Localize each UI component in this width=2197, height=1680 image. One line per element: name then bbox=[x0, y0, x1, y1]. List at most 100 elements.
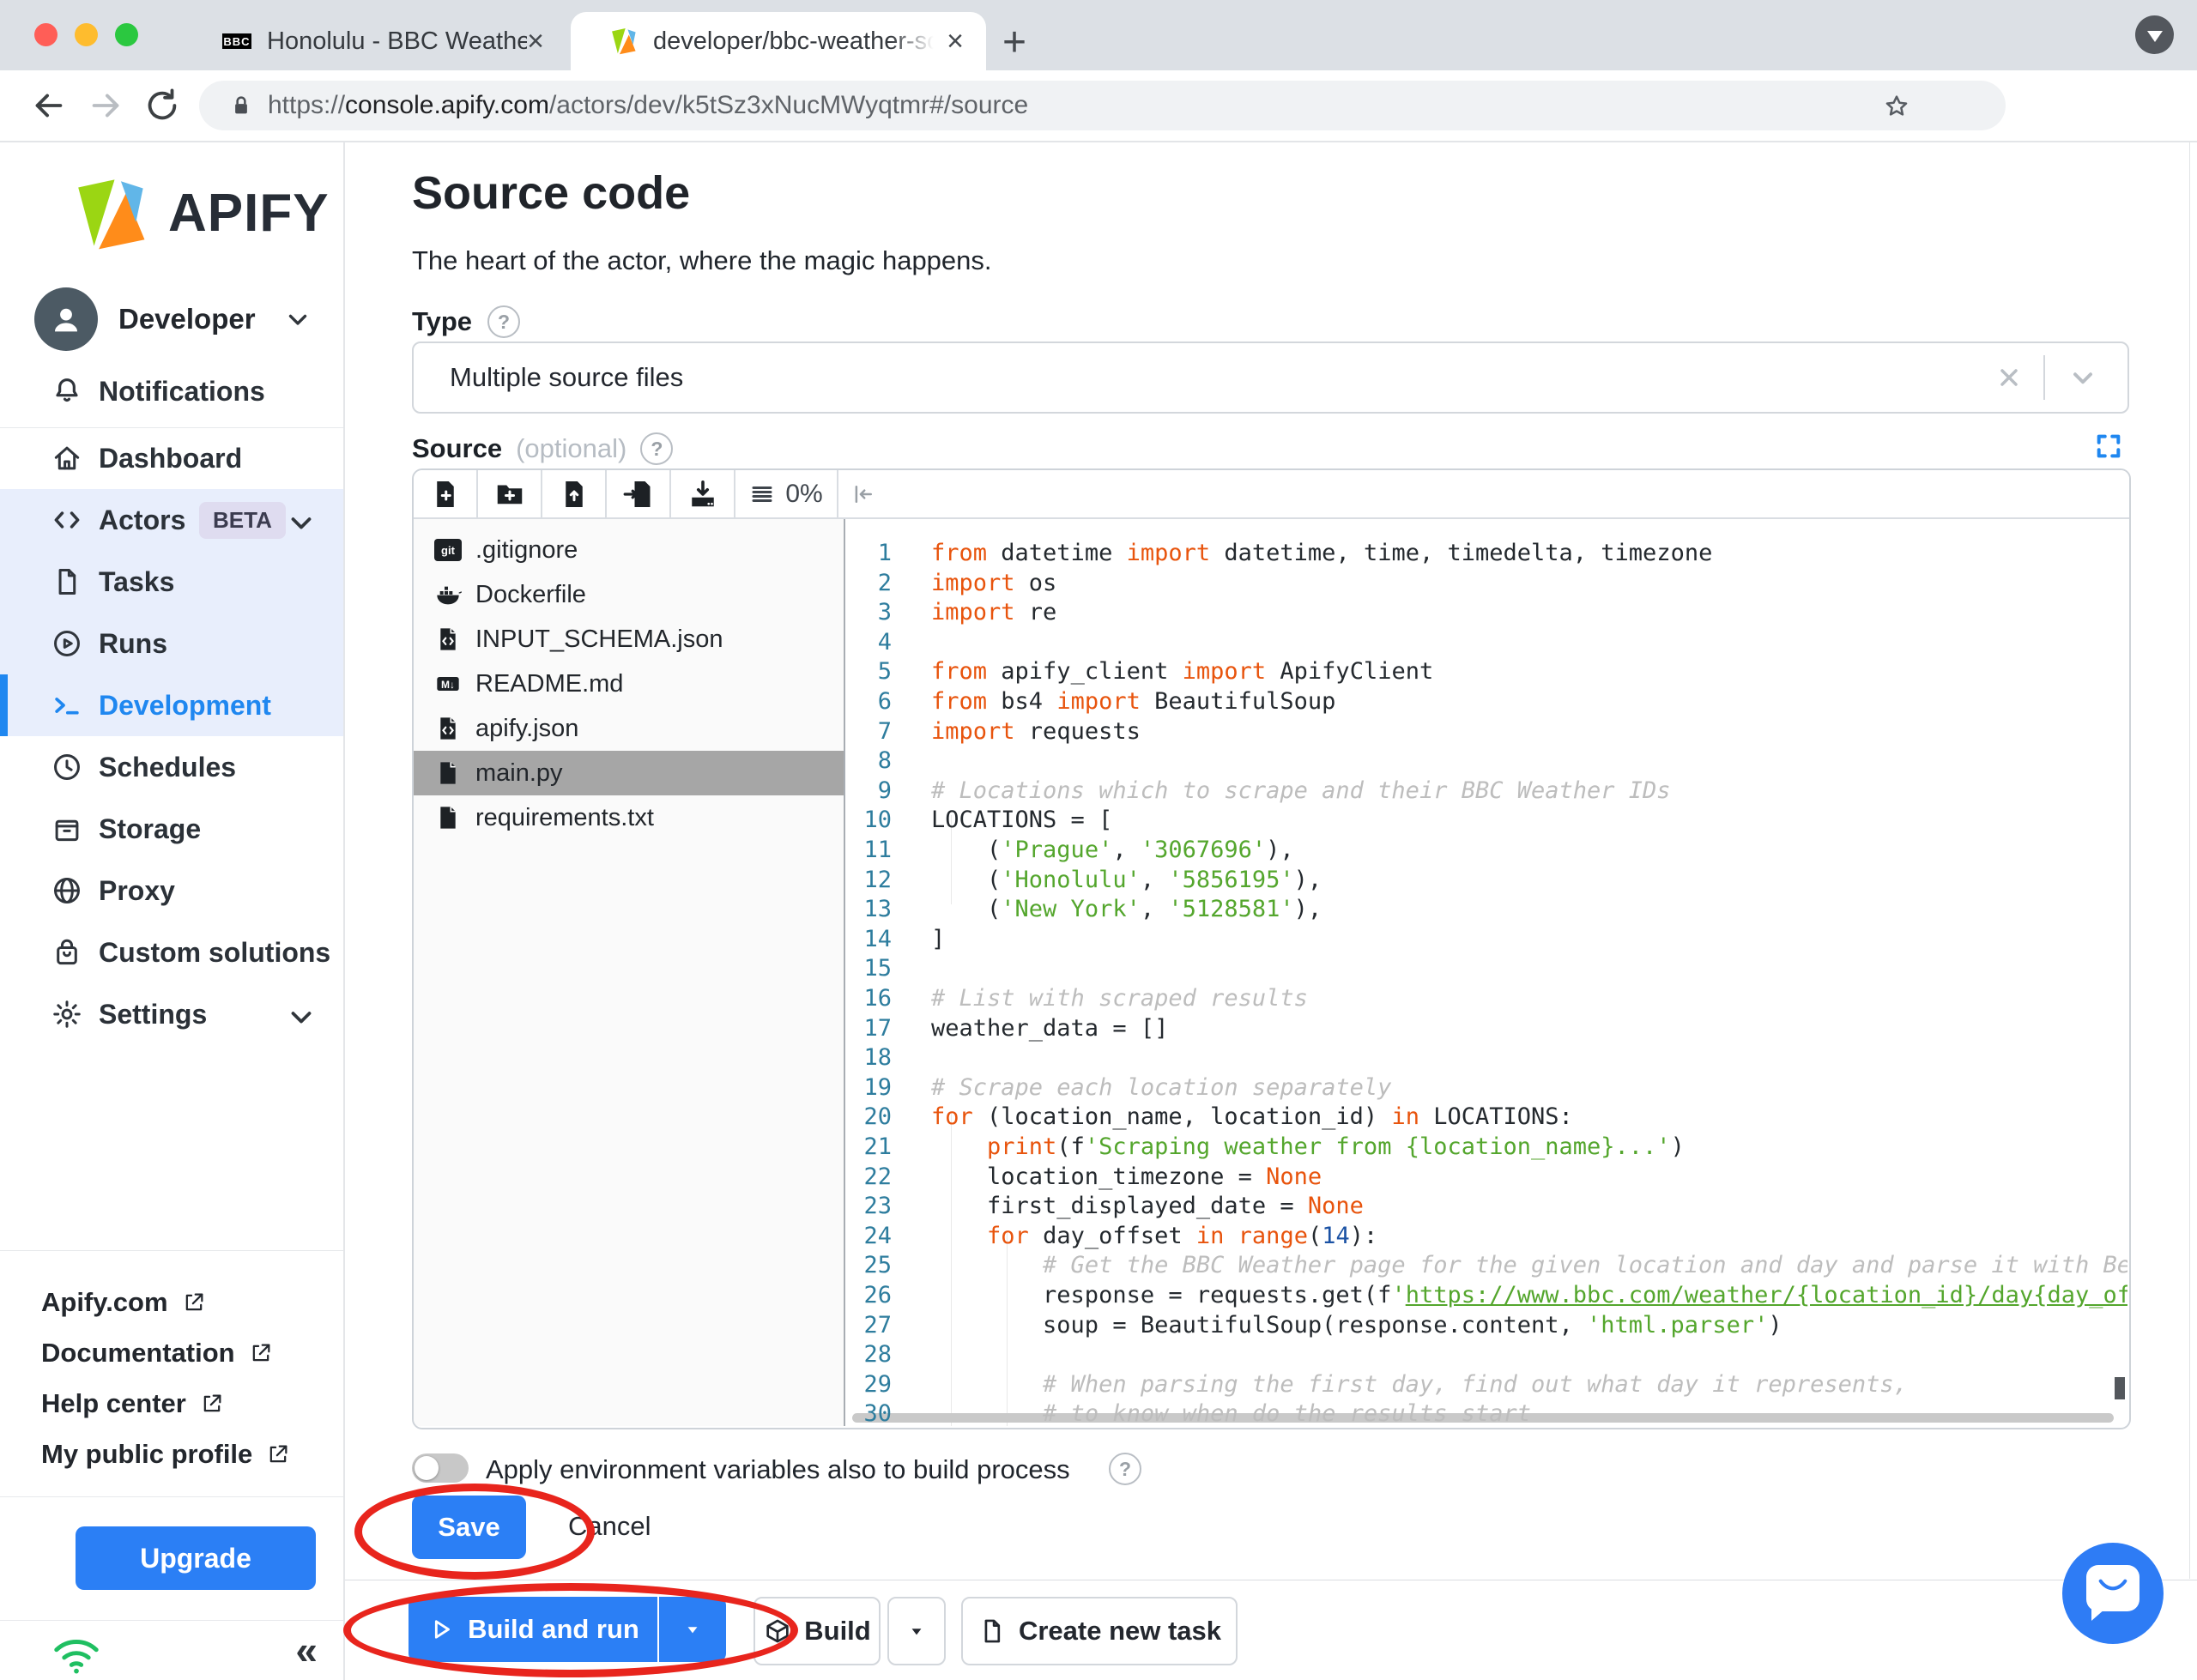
sidebar-item-label: Development bbox=[99, 689, 271, 721]
sidebar-item-label: Schedules bbox=[99, 751, 237, 783]
create-new-task-button[interactable]: Create new task bbox=[961, 1597, 1238, 1665]
sidebar-bottom-bar: « bbox=[0, 1620, 343, 1680]
upload-file-button[interactable] bbox=[542, 470, 607, 517]
diff-progress-indicator[interactable]: 0% bbox=[735, 470, 838, 517]
code-line-2: 2 import os bbox=[845, 568, 1057, 598]
chat-widget-button[interactable] bbox=[2062, 1543, 2164, 1644]
close-tab-icon[interactable]: × bbox=[527, 27, 544, 56]
code-line-6: 6 from bs4 import BeautifulSoup bbox=[845, 686, 1336, 716]
sidebar-item-actors[interactable]: Actors BETA bbox=[0, 489, 343, 551]
external-link-icon bbox=[249, 1341, 273, 1365]
sidebar-item-label: Storage bbox=[99, 813, 202, 844]
sidebar-link-help-center[interactable]: Help center bbox=[0, 1378, 343, 1429]
clock-icon bbox=[50, 750, 84, 784]
help-icon[interactable]: ? bbox=[640, 432, 674, 465]
sidebar-item-development[interactable]: Development bbox=[0, 674, 343, 736]
bag-icon bbox=[50, 935, 84, 970]
code-line-20: 20 for (location_name, location_id) in LO… bbox=[845, 1102, 1572, 1132]
code-line-22: 22 location_timezone = None bbox=[845, 1162, 1322, 1192]
apify-logo[interactable]: APIFY bbox=[70, 168, 330, 257]
globe-icon bbox=[50, 873, 84, 908]
close-window-button[interactable] bbox=[34, 23, 57, 46]
bbc-favicon: BBC bbox=[222, 33, 251, 49]
browser-tab-apify-console[interactable]: developer/bbc-weather-scrape × bbox=[571, 12, 986, 70]
sidebar-item-tasks[interactable]: Tasks bbox=[0, 551, 343, 613]
download-all-button[interactable] bbox=[671, 470, 735, 517]
file-name: requirements.txt bbox=[475, 803, 654, 831]
window-controls[interactable] bbox=[34, 23, 138, 46]
account-name: Developer bbox=[118, 303, 256, 335]
sidebar-link-my-public-profile[interactable]: My public profile bbox=[0, 1429, 343, 1479]
env-vars-toggle[interactable] bbox=[412, 1453, 469, 1483]
apify-logo-icon bbox=[78, 179, 145, 250]
close-tab-icon[interactable]: × bbox=[947, 27, 964, 56]
new-tab-button[interactable]: + bbox=[1002, 19, 1026, 66]
code-line-1: 1 from datetime import datetime, time, ti… bbox=[845, 538, 1713, 568]
beta-badge: BETA bbox=[199, 501, 286, 539]
url-bar[interactable]: https://console.apify.com/actors/dev/k5t… bbox=[199, 81, 2006, 130]
forward-button[interactable] bbox=[86, 86, 125, 125]
fullscreen-icon[interactable] bbox=[2094, 432, 2123, 461]
minimize-window-button[interactable] bbox=[75, 23, 98, 46]
lock-icon[interactable] bbox=[228, 93, 254, 118]
file-tree-item-main-py[interactable]: main.py bbox=[414, 751, 844, 795]
line-number: 7 bbox=[877, 717, 892, 745]
sidebar-item-runs[interactable]: Runs bbox=[0, 613, 343, 674]
sidebar-item-custom-solutions[interactable]: Custom solutions bbox=[0, 922, 343, 983]
sidebar-link-documentation[interactable]: Documentation bbox=[0, 1327, 343, 1378]
svg-text:M↓: M↓ bbox=[441, 679, 455, 691]
reload-button[interactable] bbox=[142, 86, 182, 125]
sidebar-link-apify-com[interactable]: Apify.com bbox=[0, 1277, 343, 1327]
line-number: 29 bbox=[863, 1370, 892, 1398]
type-select[interactable]: Multiple source files bbox=[412, 341, 2129, 414]
upgrade-button[interactable]: Upgrade bbox=[76, 1526, 316, 1590]
code-editor[interactable]: 1 from datetime import datetime, time, ti… bbox=[845, 519, 2127, 1426]
clear-icon[interactable] bbox=[1995, 364, 2023, 391]
chevron-down-icon[interactable] bbox=[2067, 362, 2098, 393]
apify-favicon bbox=[608, 28, 638, 55]
back-button[interactable] bbox=[29, 86, 69, 125]
file-tree-item-apify-json[interactable]: apify.json bbox=[414, 706, 844, 751]
code-line-25: 25 # Get the BBC Weather page for the gi… bbox=[845, 1250, 2127, 1280]
new-file-button[interactable] bbox=[414, 470, 478, 517]
new-folder-button[interactable] bbox=[478, 470, 542, 517]
divider bbox=[0, 1496, 343, 1497]
bookmark-star-icon[interactable] bbox=[1882, 92, 1911, 121]
external-link-icon bbox=[182, 1290, 206, 1314]
sidebar-item-proxy[interactable]: Proxy bbox=[0, 860, 343, 922]
browser-menu-button[interactable] bbox=[2135, 15, 2174, 54]
line-number: 10 bbox=[863, 807, 892, 834]
line-number: 1 bbox=[877, 540, 892, 566]
file-tree-item-requirements-txt[interactable]: requirements.txt bbox=[414, 795, 844, 840]
sidebar-item-schedules[interactable]: Schedules bbox=[0, 736, 343, 798]
file-tree-item-Dockerfile[interactable]: Dockerfile bbox=[414, 572, 844, 617]
help-icon[interactable]: ? bbox=[487, 305, 521, 338]
import-file-button[interactable] bbox=[607, 470, 671, 517]
progress-percent: 0% bbox=[785, 479, 823, 508]
line-number: 21 bbox=[863, 1133, 892, 1160]
play-icon bbox=[50, 626, 84, 661]
collapse-left-button[interactable] bbox=[838, 470, 888, 517]
env-vars-toggle-label: Apply environment variables also to buil… bbox=[486, 1454, 1070, 1484]
plainfile-file-icon bbox=[434, 759, 462, 787]
file-tree-item-INPUT-SCHEMA-json[interactable]: INPUT_SCHEMA.json bbox=[414, 617, 844, 662]
account-switcher[interactable]: Developer bbox=[0, 283, 343, 355]
line-number: 19 bbox=[863, 1073, 892, 1101]
sidebar-item-settings[interactable]: Settings bbox=[0, 983, 343, 1045]
sidebar-item-storage[interactable]: Storage bbox=[0, 798, 343, 860]
code-line-29: 29 # When parsing the first day, find ou… bbox=[845, 1369, 1907, 1399]
line-number: 23 bbox=[863, 1193, 892, 1220]
browser-tab-bbc-weather[interactable]: BBC Honolulu - BBC Weather × bbox=[185, 12, 566, 70]
line-number: 24 bbox=[863, 1222, 892, 1249]
sidebar-item-dashboard[interactable]: Dashboard bbox=[0, 427, 343, 489]
help-icon[interactable]: ? bbox=[1109, 1453, 1141, 1485]
zoom-window-button[interactable] bbox=[115, 23, 138, 46]
build-dropdown[interactable] bbox=[887, 1597, 946, 1665]
sidebar-item-notifications[interactable]: Notifications bbox=[0, 355, 343, 427]
file-tree-item-README-md[interactable]: M↓ README.md bbox=[414, 662, 844, 706]
chat-bubble-icon bbox=[2086, 1565, 2140, 1621]
vertical-scrollbar[interactable] bbox=[2115, 1377, 2125, 1399]
file-tree-item--gitignore[interactable]: git .gitignore bbox=[414, 528, 844, 572]
collapse-sidebar-icon[interactable]: « bbox=[295, 1627, 318, 1673]
line-number: 4 bbox=[877, 628, 892, 656]
